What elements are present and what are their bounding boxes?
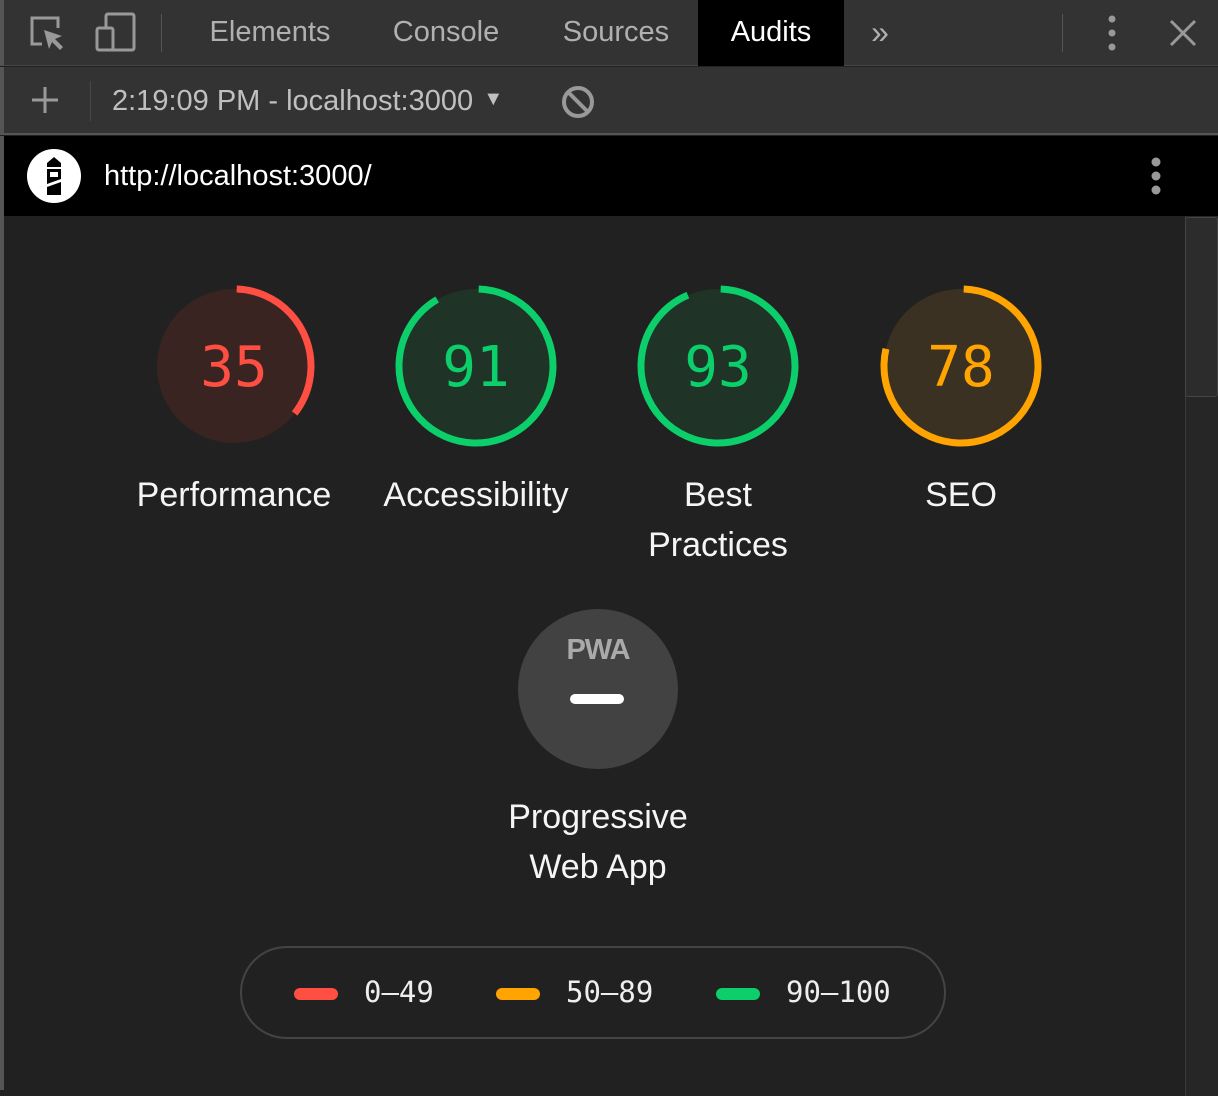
pwa-badge (518, 609, 678, 769)
gauge-score: 91 (442, 335, 509, 400)
devtools-tabbar: Elements Console Sources Audits » (0, 0, 1218, 66)
audits-toolbar: 2:19:09 PM - localhost:3000 ▼ (0, 67, 1218, 135)
lighthouse-logo-icon (27, 149, 81, 203)
gauge-seo[interactable]: 78 SEO (841, 284, 1081, 520)
gauge-ring: 35 (153, 285, 315, 447)
legend-average-range: 50–89 (566, 975, 654, 1009)
gauge-pwa[interactable]: PWA Progressive Web App (478, 608, 718, 892)
gauge-label: Progressive Web App (508, 798, 688, 886)
divider (1062, 14, 1063, 52)
inspect-element-icon[interactable] (28, 14, 68, 52)
tab-elements[interactable]: Elements (184, 0, 356, 66)
gauge-ring: 93 (637, 285, 799, 447)
pwa-logo: PWA (566, 634, 630, 666)
divider (90, 81, 91, 121)
report-header: http://localhost:3000/ (0, 136, 1218, 216)
report-menu-icon[interactable] (1146, 156, 1166, 198)
device-toolbar-icon[interactable] (94, 12, 138, 54)
legend-pass-range: 90–100 (786, 975, 891, 1009)
tab-audits[interactable]: Audits (698, 0, 844, 66)
more-options-icon[interactable] (1102, 14, 1122, 52)
gauge-performance[interactable]: 35 Performance (114, 284, 354, 520)
gauge-label: Best Practices (648, 476, 788, 564)
clear-block-icon[interactable] (560, 84, 596, 120)
gauge-label: Performance (136, 476, 332, 514)
gauge-ring: 78 (880, 285, 1042, 447)
divider (161, 14, 162, 52)
report-url[interactable]: http://localhost:3000/ (104, 136, 372, 216)
legend-average-swatch (496, 988, 540, 1000)
gauge-label: SEO (925, 476, 997, 514)
gauge-label: Accessibility (383, 476, 569, 514)
report-select-value: 2:19:09 PM - localhost:3000 (112, 85, 474, 117)
legend-pass-swatch (716, 988, 760, 1000)
legend-fail-range: 0–49 (364, 975, 434, 1009)
gauge-best-practices[interactable]: 93 Best Practices (598, 284, 838, 570)
gauge-accessibility[interactable]: 91 Accessibility (356, 284, 596, 520)
new-audit-plus-icon[interactable] (30, 85, 60, 115)
report-select[interactable]: 2:19:09 PM - localhost:3000 ▼ (112, 67, 503, 135)
gauge-score: 93 (684, 335, 751, 400)
tab-console[interactable]: Console (364, 0, 528, 66)
close-icon[interactable] (1168, 18, 1198, 48)
gauge-score: 78 (927, 335, 994, 400)
pwa-dash-icon (570, 694, 624, 704)
more-tabs-chevron-icon[interactable]: » (860, 0, 900, 66)
gauge-score: 35 (200, 335, 267, 400)
dropdown-arrow-icon: ▼ (483, 88, 504, 110)
legend-fail-swatch (294, 988, 338, 1000)
score-legend: 0–49 50–89 90–100 (240, 946, 946, 1039)
tab-sources[interactable]: Sources (534, 0, 698, 66)
gauge-ring: 91 (395, 285, 557, 447)
scrollbar-thumb[interactable] (1185, 217, 1218, 397)
